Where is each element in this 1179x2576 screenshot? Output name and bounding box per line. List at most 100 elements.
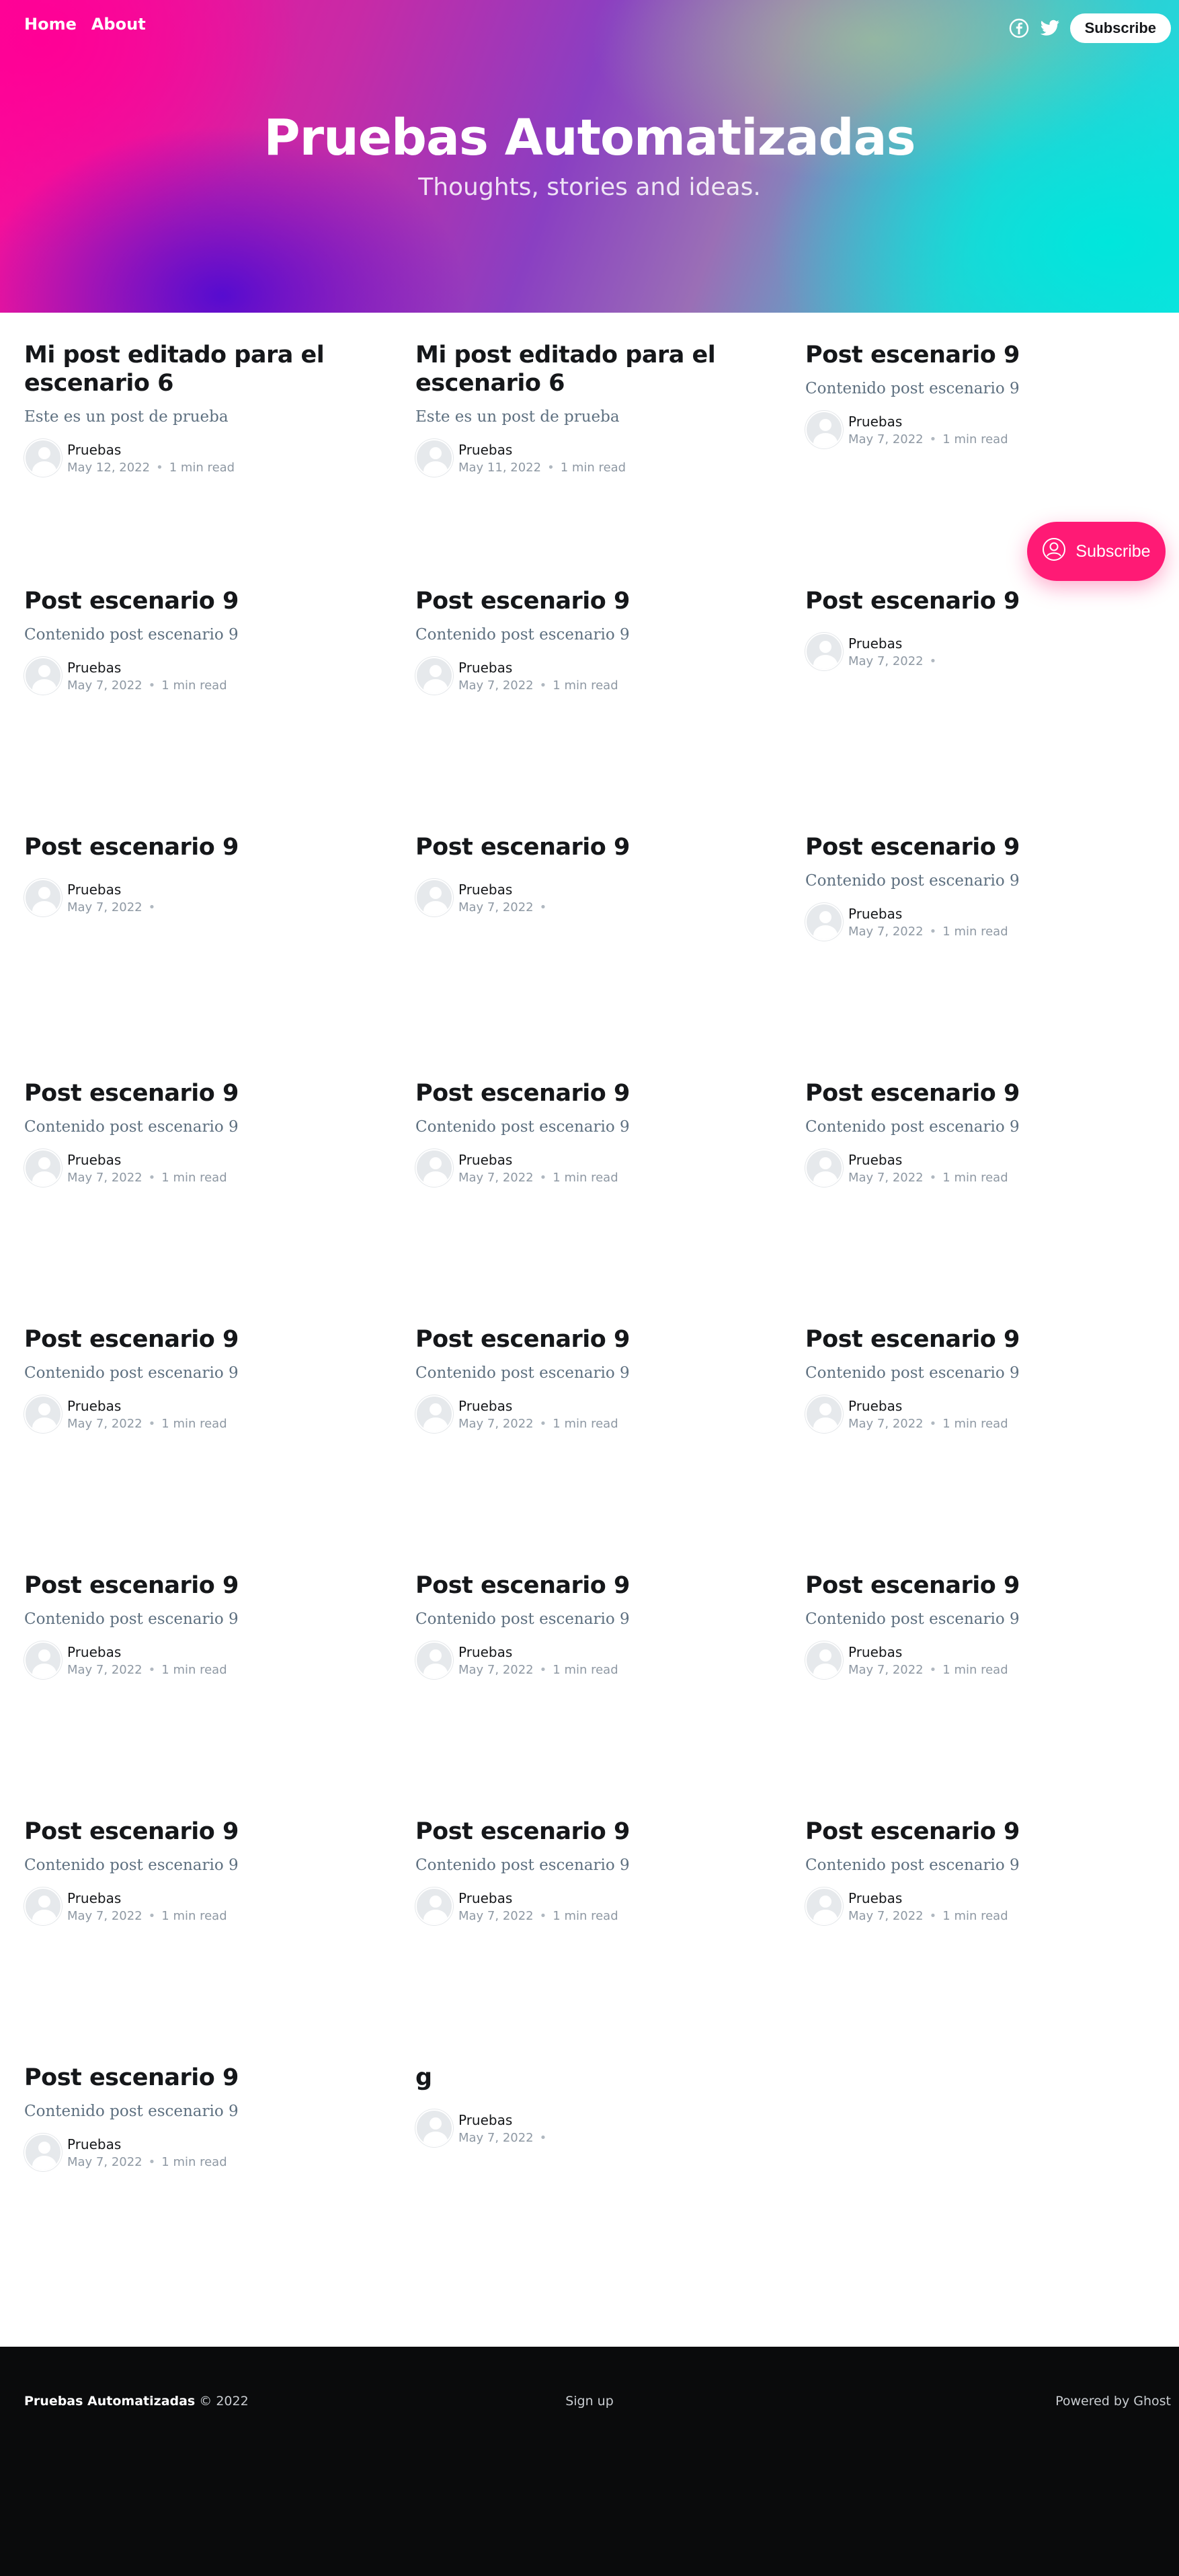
author-avatar[interactable]	[415, 2109, 453, 2147]
floating-subscribe-button[interactable]: Subscribe	[1027, 522, 1166, 581]
post-title[interactable]: Post escenario 9	[805, 1571, 1168, 1600]
author-name[interactable]: Pruebas	[458, 1398, 618, 1414]
post-title[interactable]: Post escenario 9	[805, 341, 1168, 369]
post-card[interactable]: Post escenario 9 Contenido post escenario…	[24, 1571, 387, 1679]
twitter-icon[interactable]	[1039, 17, 1061, 39]
footer-signup-link[interactable]: Sign up	[0, 2394, 1179, 2409]
author-avatar[interactable]	[415, 1887, 453, 1925]
post-title[interactable]: Post escenario 9	[415, 833, 778, 861]
author-avatar[interactable]	[24, 1887, 62, 1925]
author-name[interactable]: Pruebas	[67, 882, 161, 898]
footer-powered-link[interactable]: Powered by Ghost	[1055, 2394, 1171, 2409]
post-card[interactable]: g Pruebas May 7, 2022 •	[415, 2064, 778, 2147]
post-card[interactable]: Post escenario 9 Contenido post escenario…	[805, 833, 1168, 941]
author-name[interactable]: Pruebas	[67, 2136, 227, 2152]
post-card[interactable]: Mi post editado para el escenario 6 Este …	[415, 341, 778, 477]
post-title[interactable]: Post escenario 9	[415, 1325, 778, 1354]
post-title[interactable]: Post escenario 9	[24, 1571, 387, 1600]
facebook-icon[interactable]	[1008, 17, 1030, 39]
post-title[interactable]: Post escenario 9	[415, 1818, 778, 1846]
post-card[interactable]: Post escenario 9 Contenido post escenario…	[24, 1079, 387, 1187]
post-title[interactable]: Post escenario 9	[805, 1818, 1168, 1846]
post-title[interactable]: Post escenario 9	[415, 1079, 778, 1107]
author-name[interactable]: Pruebas	[67, 1152, 227, 1168]
post-card[interactable]: Post escenario 9 Pruebas May 7, 2022 •	[805, 587, 1168, 670]
nav-home-link[interactable]: Home	[24, 15, 77, 34]
author-avatar[interactable]	[24, 657, 62, 695]
post-title[interactable]: Post escenario 9	[24, 2064, 387, 2092]
post-title[interactable]: Mi post editado para el escenario 6	[415, 341, 778, 397]
author-avatar[interactable]	[24, 1149, 62, 1187]
author-name[interactable]: Pruebas	[67, 1644, 227, 1660]
author-avatar[interactable]	[415, 439, 453, 477]
author-avatar[interactable]	[24, 879, 62, 916]
author-name[interactable]: Pruebas	[67, 1398, 227, 1414]
post-title[interactable]: Post escenario 9	[24, 1325, 387, 1354]
post-card[interactable]: Post escenario 9 Contenido post escenario…	[805, 1079, 1168, 1187]
author-avatar[interactable]	[24, 439, 62, 477]
author-name[interactable]: Pruebas	[458, 660, 618, 676]
post-card[interactable]: Post escenario 9 Contenido post escenario…	[24, 1325, 387, 1433]
post-title[interactable]: g	[415, 2064, 778, 2092]
author-avatar[interactable]	[415, 1395, 453, 1433]
author-name[interactable]: Pruebas	[848, 635, 942, 652]
author-name[interactable]: Pruebas	[848, 1152, 1008, 1168]
author-avatar[interactable]	[415, 657, 453, 695]
post-card[interactable]: Post escenario 9 Contenido post escenario…	[415, 1571, 778, 1679]
author-avatar[interactable]	[805, 411, 843, 448]
post-title[interactable]: Mi post editado para el escenario 6	[24, 341, 387, 397]
author-name[interactable]: Pruebas	[848, 414, 1008, 430]
nav-about-link[interactable]: About	[91, 15, 146, 34]
author-name[interactable]: Pruebas	[67, 1890, 227, 1906]
author-avatar[interactable]	[415, 879, 453, 916]
author-name[interactable]: Pruebas	[458, 882, 553, 898]
post-card[interactable]: Post escenario 9 Pruebas May 7, 2022 •	[415, 833, 778, 916]
post-title[interactable]: Post escenario 9	[24, 1818, 387, 1846]
post-card[interactable]: Post escenario 9 Contenido post escenario…	[805, 341, 1168, 448]
author-name[interactable]: Pruebas	[67, 442, 235, 458]
post-card[interactable]: Post escenario 9 Contenido post escenario…	[415, 1079, 778, 1187]
post-card[interactable]: Post escenario 9 Contenido post escenario…	[415, 1818, 778, 1925]
author-avatar[interactable]	[415, 1149, 453, 1187]
post-card[interactable]: Post escenario 9 Contenido post escenario…	[805, 1818, 1168, 1925]
author-avatar[interactable]	[805, 1395, 843, 1433]
author-avatar[interactable]	[805, 903, 843, 941]
author-avatar[interactable]	[805, 1149, 843, 1187]
author-name[interactable]: Pruebas	[848, 1644, 1008, 1660]
post-card[interactable]: Post escenario 9 Contenido post escenario…	[24, 2064, 387, 2171]
author-name[interactable]: Pruebas	[458, 1644, 618, 1660]
author-avatar[interactable]	[415, 1641, 453, 1679]
author-name[interactable]: Pruebas	[458, 1152, 618, 1168]
post-title[interactable]: Post escenario 9	[805, 587, 1168, 615]
author-name[interactable]: Pruebas	[848, 1398, 1008, 1414]
post-card[interactable]: Post escenario 9 Contenido post escenario…	[805, 1325, 1168, 1433]
post-card[interactable]: Mi post editado para el escenario 6 Este …	[24, 341, 387, 477]
author-avatar[interactable]	[805, 633, 843, 670]
post-title[interactable]: Post escenario 9	[24, 833, 387, 861]
post-card[interactable]: Post escenario 9 Contenido post escenario…	[415, 1325, 778, 1433]
header-subscribe-button[interactable]: Subscribe	[1069, 13, 1171, 43]
post-card[interactable]: Post escenario 9 Contenido post escenario…	[24, 587, 387, 695]
post-title[interactable]: Post escenario 9	[24, 587, 387, 615]
author-avatar[interactable]	[805, 1887, 843, 1925]
post-card[interactable]: Post escenario 9 Contenido post escenario…	[24, 1818, 387, 1925]
post-title[interactable]: Post escenario 9	[24, 1079, 387, 1107]
post-card[interactable]: Post escenario 9 Contenido post escenario…	[415, 587, 778, 695]
author-avatar[interactable]	[24, 1641, 62, 1679]
author-avatar[interactable]	[805, 1641, 843, 1679]
post-title[interactable]: Post escenario 9	[805, 1079, 1168, 1107]
post-title[interactable]: Post escenario 9	[805, 833, 1168, 861]
author-avatar[interactable]	[24, 1395, 62, 1433]
author-name[interactable]: Pruebas	[458, 442, 626, 458]
author-name[interactable]: Pruebas	[848, 1890, 1008, 1906]
author-name[interactable]: Pruebas	[848, 906, 1008, 922]
post-title[interactable]: Post escenario 9	[805, 1325, 1168, 1354]
author-name[interactable]: Pruebas	[458, 1890, 618, 1906]
post-card[interactable]: Post escenario 9 Contenido post escenario…	[805, 1571, 1168, 1679]
author-avatar[interactable]	[24, 2134, 62, 2171]
post-title[interactable]: Post escenario 9	[415, 587, 778, 615]
post-card[interactable]: Post escenario 9 Pruebas May 7, 2022 •	[24, 833, 387, 916]
author-name[interactable]: Pruebas	[458, 2112, 553, 2128]
post-title[interactable]: Post escenario 9	[415, 1571, 778, 1600]
author-name[interactable]: Pruebas	[67, 660, 227, 676]
